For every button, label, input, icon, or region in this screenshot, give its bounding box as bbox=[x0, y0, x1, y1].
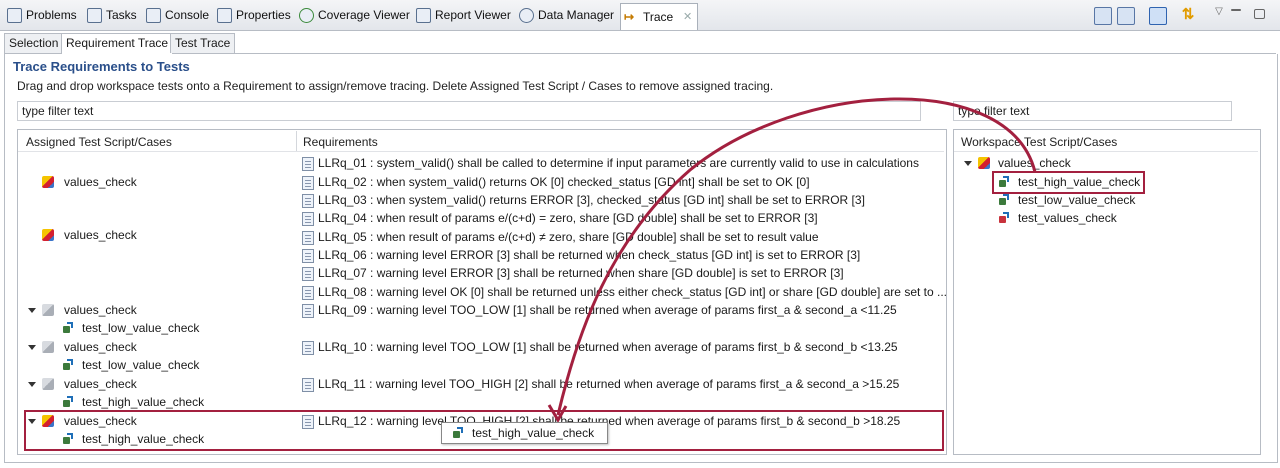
test-case-icon bbox=[452, 427, 464, 439]
drag-preview: test_high_value_check bbox=[441, 422, 608, 444]
drag-arrow bbox=[547, 97, 1037, 423]
